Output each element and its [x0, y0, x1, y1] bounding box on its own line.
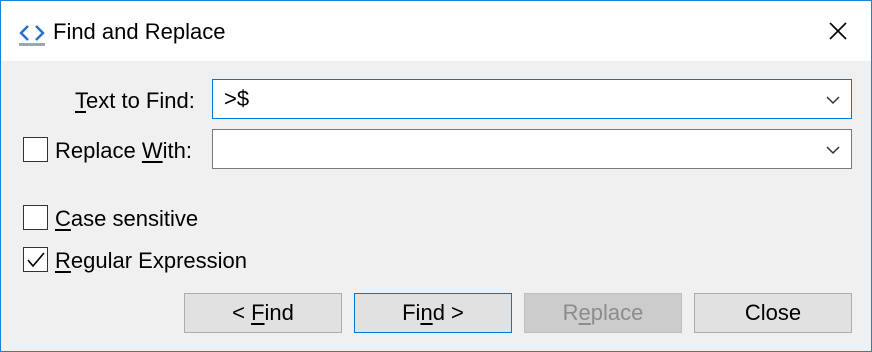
replace-checkbox[interactable] [23, 137, 48, 162]
case-sensitive-label: Case sensitive [55, 206, 199, 231]
checkmark-icon [27, 252, 45, 268]
find-previous-button[interactable]: < Find [184, 293, 342, 333]
find-value: >$ [224, 86, 250, 111]
find-next-button[interactable]: Find > [354, 293, 512, 333]
chevron-down-icon[interactable] [825, 92, 841, 108]
regex-checkbox[interactable] [23, 247, 48, 272]
find-label: Text to Find: [75, 88, 195, 113]
code-brackets-icon [17, 20, 47, 48]
find-replace-dialog: Find and Replace Text to Find: >$ Replac… [0, 0, 872, 352]
case-sensitive-checkbox[interactable] [23, 205, 48, 230]
regex-label: Regular Expression [55, 248, 247, 273]
title-bar: Find and Replace [1, 1, 871, 61]
replace-label: Replace With: [55, 138, 192, 163]
replace-button[interactable]: Replace [524, 293, 682, 333]
window-title: Find and Replace [53, 19, 226, 44]
close-icon[interactable] [816, 11, 860, 51]
replace-combobox[interactable] [212, 129, 852, 169]
close-button[interactable]: Close [694, 293, 852, 333]
chevron-down-icon[interactable] [825, 142, 841, 158]
find-combobox[interactable]: >$ [212, 79, 852, 119]
